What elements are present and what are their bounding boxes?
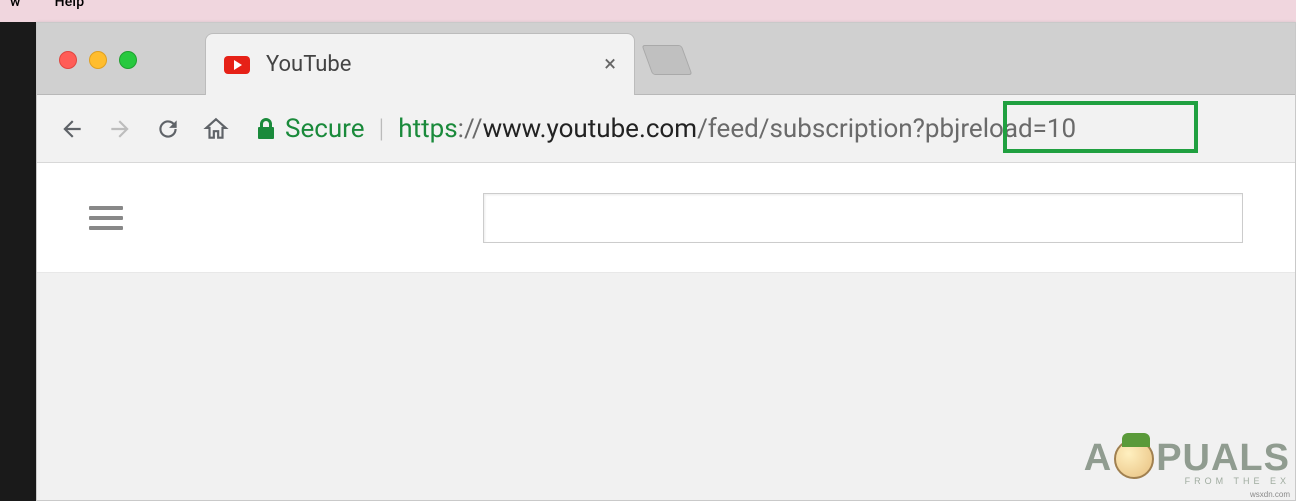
- secure-label: Secure: [285, 114, 365, 144]
- window-traffic-lights: [59, 51, 137, 69]
- macos-menubar-fragment: w Help: [0, 0, 1296, 22]
- window-minimize-button[interactable]: [89, 51, 107, 69]
- window-close-button[interactable]: [59, 51, 77, 69]
- address-separator: |: [379, 114, 385, 144]
- hamburger-menu-icon[interactable]: [89, 206, 123, 230]
- url-text: https://www.youtube.com/feed/subscriptio…: [398, 114, 1076, 144]
- reload-button[interactable]: [151, 112, 185, 146]
- forward-button: [103, 112, 137, 146]
- watermark-face-icon: [1114, 439, 1154, 479]
- chrome-tab-strip: YouTube ×: [37, 23, 1295, 95]
- watermark-brand: A PUALS: [1084, 437, 1290, 480]
- watermark-domain: wsxdn.com: [1084, 490, 1290, 499]
- new-tab-button[interactable]: [642, 45, 693, 75]
- back-button[interactable]: [55, 112, 89, 146]
- window-zoom-button[interactable]: [119, 51, 137, 69]
- youtube-header: [37, 163, 1295, 273]
- home-button[interactable]: [199, 112, 233, 146]
- arrow-right-icon: [107, 116, 133, 142]
- menu-item-help[interactable]: Help: [55, 0, 85, 10]
- watermark: A PUALS FROM THE EX wsxdn.com: [1084, 437, 1290, 499]
- tab-close-icon[interactable]: ×: [604, 52, 616, 77]
- lock-icon: [257, 118, 275, 140]
- watermark-subtitle: FROM THE EX: [1084, 476, 1290, 486]
- arrow-left-icon: [59, 116, 85, 142]
- background-dark-strip: [0, 22, 36, 501]
- youtube-search-input[interactable]: [483, 193, 1243, 243]
- home-icon: [203, 116, 229, 142]
- tab-title: YouTube: [266, 52, 604, 77]
- reload-icon: [155, 116, 181, 142]
- address-bar[interactable]: Secure | https://www.youtube.com/feed/su…: [257, 107, 1277, 151]
- menu-item-window[interactable]: w: [10, 0, 21, 10]
- youtube-favicon-icon: [224, 56, 250, 74]
- chrome-browser-window: YouTube × Secure | https://www.youtube.c…: [36, 22, 1296, 501]
- chrome-toolbar: Secure | https://www.youtube.com/feed/su…: [37, 95, 1295, 163]
- browser-tab-active[interactable]: YouTube ×: [205, 33, 635, 95]
